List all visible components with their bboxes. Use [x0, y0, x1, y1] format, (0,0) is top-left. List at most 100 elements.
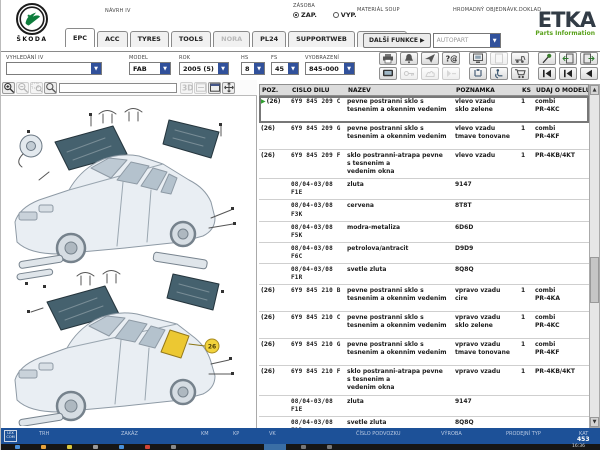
hs-input[interactable]: 8▼	[241, 62, 265, 75]
chevron-down-icon[interactable]: ▼	[288, 63, 298, 74]
radio-vyp[interactable]: VYP.	[333, 11, 357, 19]
cell-pozn: vpravo vzadu	[453, 366, 519, 394]
table-row[interactable]: ▶(26)6Y9 845 209 Cpevne postranni sklo s…	[259, 96, 589, 123]
cell-pozn: 9147	[453, 179, 519, 199]
zoom-out-icon	[17, 82, 29, 93]
cell-ks	[519, 200, 533, 220]
table-row[interactable]: 08/04-03/08 F6Cpetrolova/antracitD9D9	[259, 243, 589, 264]
chevron-down-icon[interactable]: ▼	[91, 63, 101, 74]
cell-udaj: combi PR-4KF	[533, 339, 587, 365]
cell-pozn: vlevo vzadu sklo zelene	[453, 96, 519, 122]
cell-ks: 1	[519, 150, 533, 178]
table-row[interactable]: (26)6Y9 845 209 Gpevne postranni sklo s …	[259, 123, 589, 150]
chevron-down-icon[interactable]: ▼	[490, 34, 500, 47]
tab-pl24[interactable]: PL24	[252, 31, 286, 47]
truck-button[interactable]	[511, 52, 529, 65]
nav-first-button[interactable]	[538, 67, 556, 80]
key-icon	[403, 68, 415, 79]
doc-prev-button[interactable]	[559, 52, 577, 65]
radio-zap-icon[interactable]	[293, 12, 299, 18]
table-row[interactable]: (26)6Y9 845 209 Fsklo postranni-atrapa p…	[259, 150, 589, 179]
cell-udaj: combi PR-4KF	[533, 123, 587, 149]
tab-acc[interactable]: ACC	[97, 31, 128, 47]
table-row[interactable]: 08/04-03/08 F1Rsvetle zluta8Q8Q	[259, 417, 589, 428]
table-row[interactable]: 08/04-03/08 F3Kcervena8T8T	[259, 200, 589, 221]
chevron-down-icon[interactable]: ▼	[254, 63, 264, 74]
autopart-dropdown[interactable]: AUTOPART ▼	[433, 33, 501, 48]
service-button[interactable]	[490, 67, 508, 80]
print-button[interactable]	[379, 52, 397, 65]
table-row[interactable]: 08/04-03/08 F5Kmodra-metaliza6D6D	[259, 222, 589, 243]
bell-icon	[403, 53, 415, 64]
cell-udaj	[533, 243, 587, 263]
elsa-button[interactable]	[469, 52, 487, 65]
scroll-up-icon[interactable]: ▲	[590, 85, 599, 95]
scroll-down-icon[interactable]: ▼	[590, 417, 599, 427]
table-row[interactable]: (26)6Y9 845 210 Fsklo postranni-atrapa p…	[259, 366, 589, 395]
move-button[interactable]	[222, 82, 235, 94]
radio-zap[interactable]: ZAP.	[293, 11, 317, 19]
table-row[interactable]: 08/04-03/08 F1Ezluta9147	[259, 179, 589, 200]
zoom-value-input[interactable]	[59, 83, 177, 93]
fs-input[interactable]: 45▼	[271, 62, 299, 75]
table-row[interactable]: (26)6Y9 845 210 Bpevne postranni sklo s …	[259, 285, 589, 312]
taskbar-app-icon[interactable]	[119, 445, 124, 449]
scrollbar-thumb[interactable]	[590, 257, 599, 303]
cell-pozn: vlevo vzadu tmave tonovane	[453, 123, 519, 149]
taskbar-active-app[interactable]	[264, 444, 286, 450]
zoom-plain-button[interactable]	[44, 82, 57, 94]
table-row[interactable]: (26)6Y9 845 210 Gpevne postranni sklo s …	[259, 339, 589, 366]
window-button[interactable]	[208, 82, 221, 94]
help-button[interactable]: ?@	[442, 52, 460, 65]
help-icon: ?@	[445, 53, 457, 64]
tab-supportweb[interactable]: SUPPORTWEB	[288, 31, 355, 47]
cell-pozn: 8T8T	[453, 200, 519, 220]
send-button[interactable]	[421, 52, 439, 65]
table-header: POZ. ČÍSLO DÍLU NÁZEV POZNÁMKA KS ÚDAJ O…	[259, 84, 589, 96]
chevron-down-icon[interactable]: ▼	[344, 63, 354, 74]
taskbar-app-icon[interactable]	[327, 445, 332, 449]
monitor-button[interactable]	[379, 67, 397, 80]
col-cislo-dilu: ČÍSLO DÍLU	[290, 87, 346, 94]
doc-prev-icon	[562, 53, 574, 64]
status-zakaz: ZAKÁZ	[121, 431, 138, 437]
cell-pozn: vpravo vzadu sklo zelene	[453, 312, 519, 338]
table-scrollbar[interactable]: ▲ ▼	[589, 84, 600, 428]
vyobrazeni-input[interactable]: 845-000▼	[305, 62, 355, 75]
taskbar-app-icon[interactable]	[171, 445, 176, 449]
clamp-button[interactable]	[469, 67, 487, 80]
taskbar-app-icon[interactable]	[93, 445, 98, 449]
tab-tyres[interactable]: TYRES	[130, 31, 169, 47]
bell-button[interactable]	[400, 52, 418, 65]
model-input[interactable]: FAB▼	[129, 62, 171, 75]
chevron-down-icon[interactable]: ▼	[160, 63, 170, 74]
taskbar-app-icon[interactable]	[41, 445, 46, 449]
rok-input[interactable]: 2005 (5)▼	[179, 62, 229, 75]
exploded-view-drawing[interactable]: 26	[1, 96, 255, 426]
table-row[interactable]: 08/04-03/08 F1Rsvetle zluta8Q8Q	[259, 264, 589, 285]
taskbar-app-icon[interactable]	[15, 445, 20, 449]
chevron-down-icon[interactable]: ▼	[218, 63, 228, 74]
cell-udaj	[533, 222, 587, 242]
zoom-sel-button	[30, 82, 43, 94]
zoom-in-button[interactable]	[2, 82, 15, 94]
dalsi-funkce-button[interactable]: DALŠÍ FUNKCE ▶	[363, 33, 431, 48]
nav-back-button[interactable]	[580, 67, 598, 80]
cell-nazev: sklo postranni-atrapa pevne s tesnenim a…	[345, 366, 453, 394]
cart-button[interactable]	[511, 67, 529, 80]
pin-button[interactable]	[538, 52, 556, 65]
tab-tools[interactable]: TOOLS	[171, 31, 211, 47]
taskbar-app-icon[interactable]	[67, 445, 72, 449]
nav-mid-button[interactable]	[559, 67, 577, 80]
doc-next-button[interactable]	[580, 52, 598, 65]
windows-taskbar[interactable]: 16:36	[1, 444, 600, 450]
table-row[interactable]: (26)6Y9 845 210 Cpevne postranni sklo s …	[259, 312, 589, 339]
vyhledani-input[interactable]: ▼	[6, 62, 102, 75]
taskbar-clock: 16:36	[572, 444, 585, 449]
tab-epc[interactable]: EPC	[65, 28, 95, 47]
table-row[interactable]: 08/04-03/08 F1Ezluta9147	[259, 396, 589, 417]
taskbar-app-icon[interactable]	[145, 445, 150, 449]
filter-rok: ROK 2005 (5)▼	[179, 55, 229, 75]
taskbar-app-icon[interactable]	[301, 445, 306, 449]
radio-vyp-icon[interactable]	[333, 12, 339, 18]
